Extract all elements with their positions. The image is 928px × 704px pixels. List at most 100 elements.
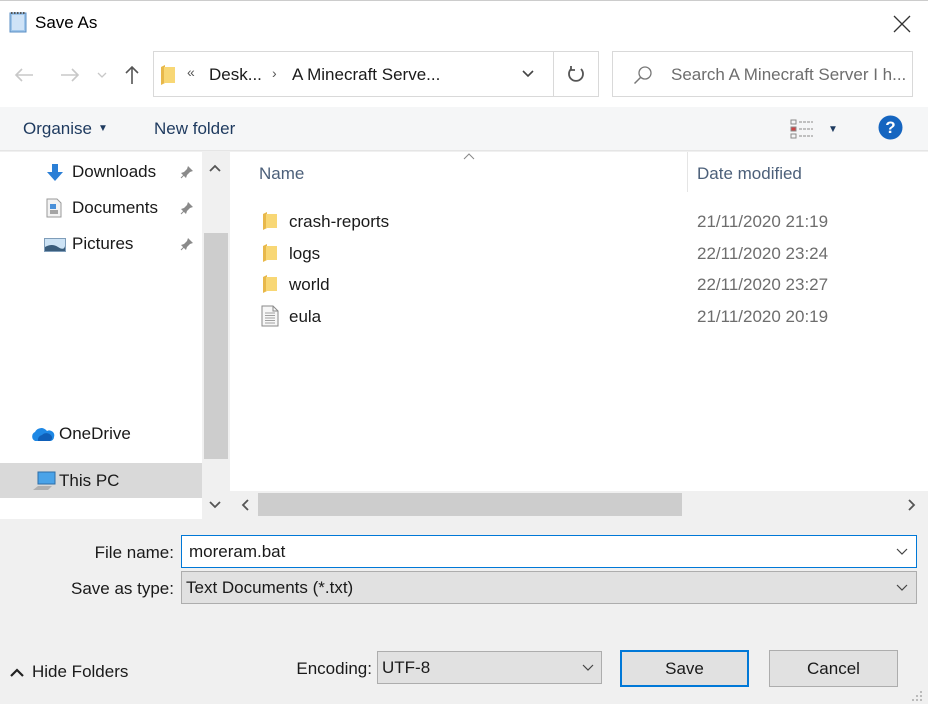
pin-icon[interactable] <box>180 201 194 215</box>
breadcrumb-overflow[interactable]: « <box>187 64 195 80</box>
sidebar-item-this-pc[interactable]: This PC <box>0 463 202 498</box>
breadcrumb-separator[interactable]: › <box>272 65 277 81</box>
chevron-up-icon <box>209 164 221 172</box>
file-row[interactable]: logs 22/11/2020 23:24 <box>230 237 918 269</box>
scrollbar-thumb[interactable] <box>204 233 228 459</box>
caret-down-icon: ▼ <box>97 123 108 134</box>
refresh-button[interactable] <box>554 52 598 96</box>
file-date: 22/11/2020 23:24 <box>697 244 829 263</box>
column-divider[interactable] <box>687 152 688 192</box>
chevron-right-icon <box>908 499 916 511</box>
chevron-left-icon <box>241 499 249 511</box>
scroll-down-button[interactable] <box>202 492 228 518</box>
address-dropdown-button[interactable] <box>516 62 540 86</box>
column-header-date-modified[interactable]: Date modified <box>697 164 802 184</box>
sidebar-item-label: Pictures <box>72 234 134 253</box>
file-row[interactable]: crash-reports 21/11/2020 21:19 <box>230 205 918 237</box>
arrow-right-icon <box>61 68 80 82</box>
chevron-down-icon <box>522 70 534 78</box>
pin-icon[interactable] <box>180 165 194 179</box>
close-icon <box>893 15 911 33</box>
save-as-type-dropdown-button[interactable] <box>888 572 916 603</box>
file-row[interactable]: world 22/11/2020 23:27 <box>230 268 918 300</box>
onedrive-icon <box>32 428 55 441</box>
file-name-combobox[interactable] <box>181 535 917 568</box>
title-bar: Save As <box>0 1 928 45</box>
folder-icon <box>263 275 277 293</box>
folder-icon <box>161 65 175 85</box>
this-pc-icon <box>33 471 56 490</box>
file-list-horizontal-scrollbar[interactable] <box>230 491 928 519</box>
file-date: 21/11/2020 20:19 <box>697 307 829 326</box>
caret-down-icon: ▼ <box>828 123 838 135</box>
resize-grip-icon[interactable] <box>910 689 924 703</box>
file-name: crash-reports <box>289 212 390 231</box>
downloads-icon <box>47 164 63 181</box>
up-button[interactable] <box>120 61 144 89</box>
hide-folders-button[interactable]: Hide Folders <box>10 662 128 682</box>
file-date: 22/11/2020 23:27 <box>697 275 829 294</box>
navigation-pane: Downloads Documents Pictures OneDrive Th… <box>0 152 202 519</box>
breadcrumb-desktop[interactable]: Desk... <box>209 65 262 85</box>
sidebar-item-label: OneDrive <box>59 424 131 443</box>
pin-icon[interactable] <box>180 237 194 251</box>
address-bar[interactable]: « Desk... › A Minecraft Serve... <box>153 51 599 97</box>
encoding-label: Encoding: <box>296 659 372 678</box>
navigation-bar: « Desk... › A Minecraft Serve... <box>0 45 928 107</box>
window-title: Save As <box>35 13 98 32</box>
close-button[interactable] <box>880 7 924 41</box>
file-list: Name Date modified crash-reports 21/11/2… <box>230 152 918 491</box>
scroll-left-button[interactable] <box>232 491 258 519</box>
arrow-up-icon <box>125 65 139 84</box>
organise-button[interactable]: Organise ▼ <box>23 119 108 139</box>
save-as-type-label: Save as type: <box>70 579 174 598</box>
chevron-up-icon <box>10 667 24 677</box>
sidebar-item-downloads[interactable]: Downloads <box>0 155 202 189</box>
recent-locations-button[interactable] <box>94 61 110 89</box>
chevron-down-icon <box>896 584 908 591</box>
hide-folders-label: Hide Folders <box>32 662 129 681</box>
encoding-select[interactable]: UTF-8 <box>377 651 602 684</box>
save-as-dialog: Save As « Desk... › A Minecraft Serve... <box>0 0 928 704</box>
sidebar-item-label: This PC <box>59 471 120 490</box>
command-bar: Organise ▼ New folder ▼ <box>0 107 928 151</box>
forward-button[interactable] <box>56 61 84 89</box>
search-input[interactable] <box>671 62 911 88</box>
file-name: world <box>289 275 330 294</box>
cancel-button[interactable]: Cancel <box>769 650 898 687</box>
pictures-icon <box>44 238 66 252</box>
sidebar-item-pictures[interactable]: Pictures <box>0 227 202 261</box>
organise-label: Organise <box>23 119 92 138</box>
help-button[interactable]: ? <box>878 115 903 145</box>
scrollbar-thumb[interactable] <box>258 493 682 516</box>
change-view-button[interactable]: ▼ <box>790 117 840 141</box>
chevron-down-icon <box>209 501 221 509</box>
folder-icon <box>263 212 277 230</box>
sidebar-item-label: Documents <box>72 198 158 217</box>
file-row[interactable]: eula 21/11/2020 20:19 <box>230 300 918 332</box>
sidebar-item-label: Downloads <box>72 162 157 181</box>
scroll-up-button[interactable] <box>202 155 228 181</box>
back-button[interactable] <box>10 61 38 89</box>
file-name-dropdown-button[interactable] <box>888 536 916 567</box>
chevron-down-icon <box>97 72 107 78</box>
sort-ascending-icon <box>463 153 475 160</box>
file-name-input[interactable] <box>189 540 879 564</box>
notepad-icon <box>9 12 27 33</box>
sidebar-item-documents[interactable]: Documents <box>0 191 202 225</box>
chevron-down-icon <box>896 548 908 555</box>
column-header-name[interactable]: Name <box>259 164 304 184</box>
save-as-type-select[interactable]: Text Documents (*.txt) <box>181 571 917 604</box>
new-folder-button[interactable]: New folder <box>154 119 235 139</box>
scroll-right-button[interactable] <box>899 491 925 519</box>
svg-text:?: ? <box>885 118 895 137</box>
arrow-left-icon <box>14 68 33 82</box>
file-name: eula <box>289 307 322 326</box>
navigation-pane-scrollbar[interactable] <box>202 152 228 519</box>
search-icon <box>633 66 652 85</box>
search-box[interactable] <box>612 51 913 97</box>
encoding-dropdown-button[interactable] <box>574 652 602 683</box>
save-button[interactable]: Save <box>620 650 749 687</box>
breadcrumb-current-folder[interactable]: A Minecraft Serve... <box>292 65 440 85</box>
sidebar-item-onedrive[interactable]: OneDrive <box>0 417 202 451</box>
